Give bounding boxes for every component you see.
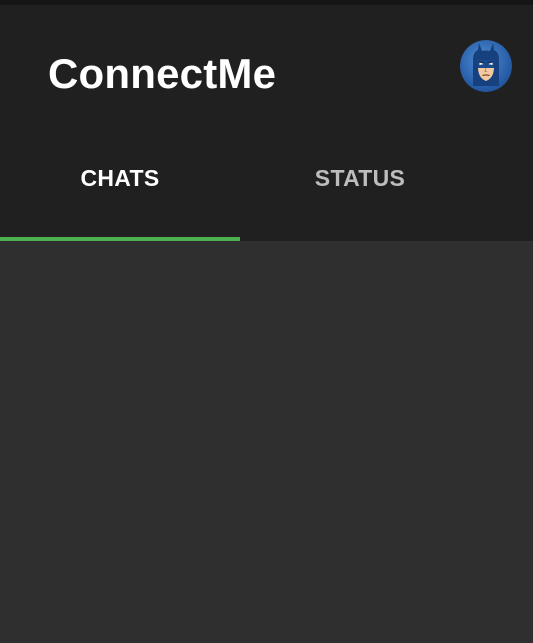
batman-avatar-icon	[460, 40, 512, 92]
tab-bar: CHATS STATUS	[0, 135, 533, 241]
tab-status-label: STATUS	[314, 164, 406, 191]
chat-list-area	[0, 241, 533, 643]
tab-chats-label: CHATS	[80, 164, 160, 191]
app-bar: ConnectMe CHATS STATUS	[0, 5, 533, 241]
app-title: ConnectMe	[48, 50, 277, 97]
app-screen: ConnectMe CHATS STATUS	[0, 0, 533, 643]
profile-avatar-button[interactable]	[460, 40, 512, 92]
tab-status[interactable]: STATUS	[240, 135, 480, 241]
tab-chats[interactable]: CHATS	[0, 135, 240, 241]
